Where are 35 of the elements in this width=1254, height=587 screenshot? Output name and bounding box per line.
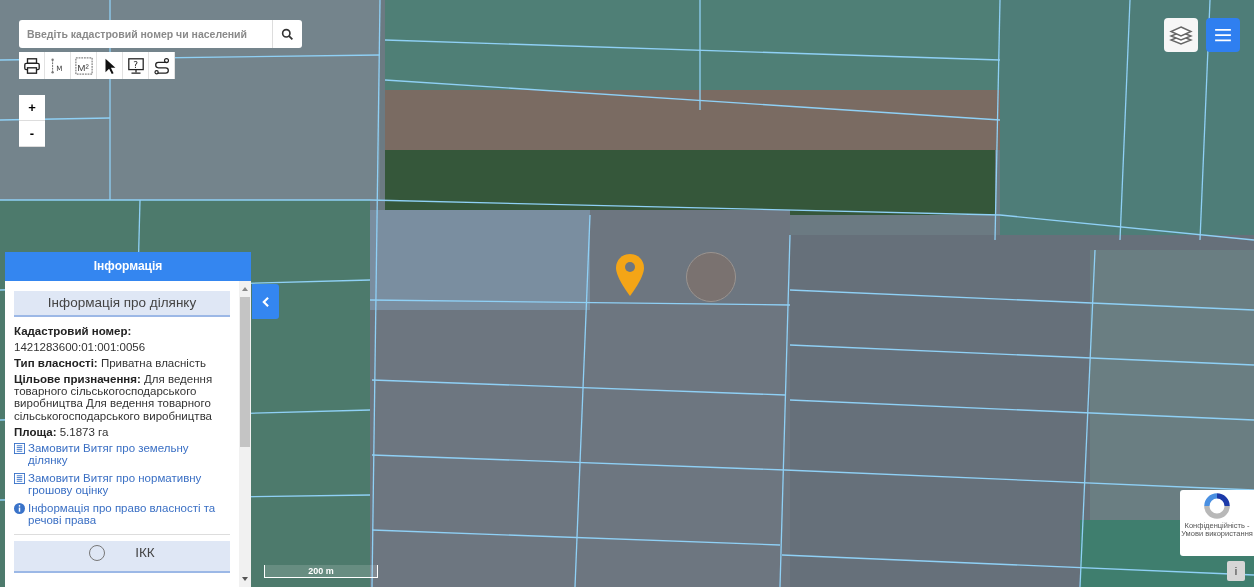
menu-icon xyxy=(1214,28,1232,42)
property-text: Цільове призначення: Для ведення товарного сільськогосподарського виробництва Для ведення товарного сільськогосподарського виробництва xyxy=(14,373,214,422)
menu-button[interactable] xyxy=(1206,18,1240,52)
collapse-panel-button[interactable] xyxy=(252,284,279,319)
section-heading: ІКК xyxy=(135,545,155,561)
search-field[interactable]: Введіть кадастровий номер чи населений xyxy=(19,20,272,48)
property-text: Тип власності: Приватна власність xyxy=(14,357,207,370)
scroll-up-icon xyxy=(242,287,248,291)
zoom-in-button[interactable]: + xyxy=(19,95,45,121)
property-text: Площа: 5.1873 га xyxy=(14,425,110,438)
document-list-icon xyxy=(14,442,25,454)
layers-button[interactable] xyxy=(1164,18,1198,52)
panel-title: Інформація xyxy=(5,252,251,281)
info-button[interactable]: i xyxy=(1227,561,1245,581)
field-label: Кадастровий номер: xyxy=(14,325,133,338)
print-button[interactable] xyxy=(19,52,45,79)
search-button[interactable] xyxy=(272,20,302,48)
layers-icon xyxy=(1169,23,1193,47)
info-link[interactable]: Інформація про право власності та речові права xyxy=(28,501,230,527)
search-icon xyxy=(281,27,294,41)
info-icon xyxy=(14,502,25,514)
scrollbar-thumb[interactable] xyxy=(240,297,250,447)
document-list-icon xyxy=(14,472,25,484)
route-icon xyxy=(152,56,171,75)
field-value: 1421283600:01:001:0056 xyxy=(14,341,147,354)
location-pin-icon xyxy=(615,253,645,297)
section-heading: Інформація про ділянку xyxy=(14,291,230,318)
recaptcha-logo-icon xyxy=(1201,490,1233,522)
info-link[interactable]: Замовити Витяг про нормативну грошову оцінку xyxy=(28,471,230,496)
scroll-down-icon xyxy=(242,577,248,581)
printer-icon xyxy=(22,56,41,75)
info-link[interactable]: Замовити Витяг про земельну ділянку xyxy=(28,441,230,466)
map-scale: 200 m xyxy=(264,565,378,578)
chevron-left-icon xyxy=(261,295,270,308)
scrollbar[interactable] xyxy=(239,281,251,587)
